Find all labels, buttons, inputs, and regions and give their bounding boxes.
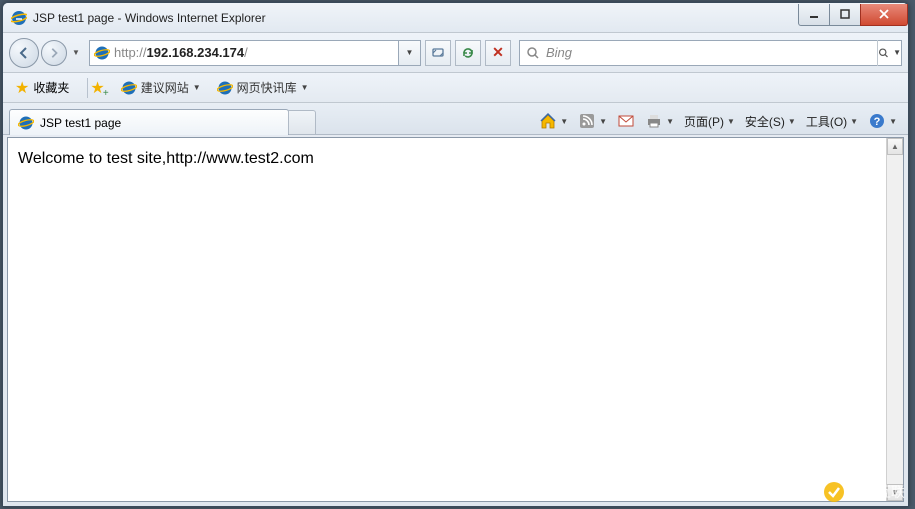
- help-icon: ?: [868, 112, 886, 130]
- favorites-label: 收藏夹: [33, 79, 69, 96]
- arrow-left-icon: [17, 46, 31, 60]
- minimize-button[interactable]: [798, 4, 830, 26]
- watermark-text: 创新互联: [849, 482, 905, 502]
- page-menu-label: 页面(P): [684, 113, 724, 130]
- home-icon: [539, 112, 557, 130]
- stop-icon: ✕: [492, 44, 504, 61]
- chevron-down-icon: ▼: [893, 48, 901, 57]
- vertical-scrollbar[interactable]: ▲ ▼: [886, 138, 903, 501]
- star-add-icon: ★+: [90, 80, 104, 97]
- content-viewport: Welcome to test site,http://www.test2.co…: [7, 137, 904, 502]
- ie-favicon-icon: [217, 80, 233, 96]
- web-slice-label: 网页快讯库: [237, 79, 297, 96]
- rss-icon: [578, 112, 596, 130]
- feeds-button[interactable]: ▼: [574, 108, 611, 134]
- chevron-down-icon: ▼: [788, 117, 796, 126]
- maximize-button[interactable]: [829, 4, 861, 26]
- tab-title: JSP test1 page: [40, 116, 121, 130]
- printer-icon: [645, 112, 663, 130]
- star-icon: ★: [15, 78, 29, 98]
- separator: [87, 78, 88, 98]
- chevron-down-icon: ▼: [560, 117, 568, 126]
- stop-button[interactable]: ✕: [485, 40, 511, 66]
- ie-window: JSP test1 page - Windows Internet Explor…: [2, 2, 909, 507]
- safety-menu-label: 安全(S): [745, 113, 785, 130]
- scroll-up-button[interactable]: ▲: [887, 138, 903, 155]
- window-controls: [799, 4, 908, 26]
- chevron-down-icon: ▼: [727, 117, 735, 126]
- tab-bar: JSP test1 page ▼ ▼ ▼ 页面(P) ▼ 安全(S) ▼ 工具(…: [3, 103, 908, 135]
- page-text: Welcome to test site,http://www.test2.co…: [18, 150, 314, 167]
- chevron-down-icon: ▼: [666, 117, 674, 126]
- window-title: JSP test1 page - Windows Internet Explor…: [33, 11, 799, 25]
- ie-logo-icon: [11, 10, 27, 26]
- search-provider-icon: [526, 46, 540, 60]
- favorites-bar: ★ 收藏夹 ★+ 建议网站 ▼ 网页快讯库 ▼: [3, 73, 908, 103]
- navigation-bar: ▼ http://192.168.234.174/ ▼ ✕ Bing: [3, 33, 908, 73]
- tools-menu[interactable]: 工具(O) ▼: [802, 108, 862, 134]
- svg-text:?: ?: [874, 116, 881, 128]
- chevron-down-icon: ▼: [850, 117, 858, 126]
- ie-page-icon: [94, 45, 110, 61]
- new-tab-button[interactable]: [288, 110, 316, 134]
- home-button[interactable]: ▼: [535, 108, 572, 134]
- address-bar[interactable]: http://192.168.234.174/: [89, 40, 399, 66]
- mail-button[interactable]: [613, 108, 639, 134]
- add-favorite-button[interactable]: ★+: [90, 78, 108, 98]
- refresh-button[interactable]: [455, 40, 481, 66]
- ie-favicon-icon: [18, 115, 34, 131]
- ie-favicon-icon: [121, 80, 137, 96]
- back-button[interactable]: [9, 38, 39, 68]
- search-placeholder: Bing: [546, 45, 877, 60]
- search-go-button[interactable]: ▼: [877, 40, 901, 66]
- web-slice-link[interactable]: 网页快讯库 ▼: [213, 77, 313, 98]
- nav-history-dropdown[interactable]: ▼: [69, 48, 83, 57]
- tools-menu-label: 工具(O): [806, 113, 847, 130]
- address-dropdown[interactable]: ▼: [399, 40, 421, 66]
- magnifier-icon: [878, 46, 889, 60]
- chevron-down-icon: ▼: [599, 117, 607, 126]
- arrow-right-icon: [48, 47, 60, 59]
- chevron-down-icon: ▼: [301, 83, 309, 92]
- search-box[interactable]: Bing ▼: [519, 40, 902, 66]
- tab-active[interactable]: JSP test1 page: [9, 109, 289, 135]
- watermark: 创新互联: [823, 481, 905, 503]
- mail-icon: [617, 112, 635, 130]
- compat-view-button[interactable]: [425, 40, 451, 66]
- page-menu[interactable]: 页面(P) ▼: [680, 108, 739, 134]
- suggested-sites-link[interactable]: 建议网站 ▼: [117, 77, 205, 98]
- favorites-button[interactable]: ★ 收藏夹: [9, 76, 75, 100]
- chevron-down-icon: ▼: [889, 117, 897, 126]
- close-button[interactable]: [860, 4, 908, 26]
- watermark-logo-icon: [823, 481, 845, 503]
- help-button[interactable]: ? ▼: [864, 108, 901, 134]
- chevron-down-icon: ▼: [193, 83, 201, 92]
- suggested-sites-label: 建议网站: [141, 79, 189, 96]
- safety-menu[interactable]: 安全(S) ▼: [741, 108, 800, 134]
- titlebar[interactable]: JSP test1 page - Windows Internet Explor…: [3, 3, 908, 33]
- print-button[interactable]: ▼: [641, 108, 678, 134]
- refresh-icon: [460, 45, 476, 61]
- page-body: Welcome to test site,http://www.test2.co…: [8, 138, 903, 180]
- forward-button[interactable]: [41, 40, 67, 66]
- url-text: http://192.168.234.174/: [114, 45, 248, 60]
- compat-icon: [430, 45, 446, 61]
